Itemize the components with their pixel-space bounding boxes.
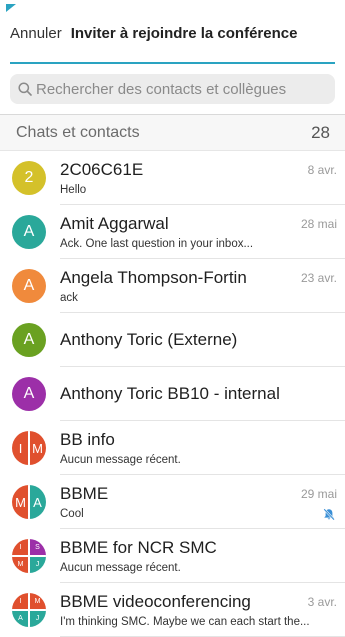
avatar: I M [12,431,46,465]
contact-row[interactable]: 2 2C06C61E Hello 8 avr. [0,151,345,205]
search-icon [18,82,32,96]
header: Annuler Inviter à rejoindre la conférenc… [0,0,345,66]
contact-row[interactable]: M A BBME Cool 29 mai [0,475,345,529]
search-input[interactable]: Rechercher des contacts et collègues [10,74,335,104]
contact-name: BBME videoconferencing [60,592,251,611]
message-date: 23 avr. [300,271,337,285]
contact-name: Anthony Toric BB10 - internal [60,384,280,403]
message-date: 28 mai [300,217,337,231]
contact-name: Angela Thompson-Fortin [60,268,247,287]
avatar: A [12,377,46,411]
contact-list: 2 2C06C61E Hello 8 avr. A Amit Aggarwal Ack. O… [0,150,345,637]
contact-row[interactable]: A Anthony Toric (Externe) [0,313,345,367]
last-message: Aucun message récent. [60,562,181,574]
avatar-initial: A [12,610,29,627]
avatar: A [12,215,46,249]
cancel-button[interactable]: Annuler [10,25,62,42]
header-underline [10,62,335,64]
message-date: 3 avr. [307,595,337,609]
avatar-initial: M [12,485,29,519]
section-title: Chats et contacts [16,123,140,141]
last-message: ack [60,292,78,304]
last-message: Ack. One last question in your inbox... [60,238,254,250]
contact-row[interactable]: I S M J BBME for NCR SMC Aucun message ré… [0,529,345,583]
message-date: 8 avr. [307,163,337,177]
last-message: Cool [60,508,84,520]
last-message: I'm thinking SMC. Maybe we can each star… [60,616,310,628]
avatar-initial: M [29,593,46,610]
avatar-initial: A [29,485,46,519]
contact-name: BBME for NCR SMC [60,538,217,557]
contact-row[interactable]: I M A J BBME videoconferencing I'm thinki… [0,583,345,637]
contact-row[interactable]: A Angela Thompson-Fortin ack 23 avr. [0,259,345,313]
last-message: Hello [60,184,87,196]
avatar: 2 [12,161,46,195]
contact-name: BB info [60,430,115,449]
avatar-initial: J [29,556,46,573]
search-placeholder: Rechercher des contacts et collègues [36,80,287,98]
avatar-initial: M [12,556,29,573]
avatar: I M A J [12,593,46,627]
avatar: A [12,269,46,303]
avatar: A [12,323,46,357]
avatar-initial: I [12,539,29,556]
contact-name: Anthony Toric (Externe) [60,330,238,349]
avatar-initial: S [29,539,46,556]
muted-bell-icon [323,508,335,521]
page-title: Inviter à rejoindre la conférence [70,24,298,42]
contact-name: Amit Aggarwal [60,214,169,233]
contact-row[interactable]: I M BB info Aucun message récent. [0,421,345,475]
contact-row[interactable]: A Anthony Toric BB10 - internal [0,367,345,421]
section-header: Chats et contacts 28 [0,115,345,150]
avatar-initial: I [12,431,29,465]
message-date: 29 mai [300,487,337,501]
contact-row[interactable]: A Amit Aggarwal Ack. One last question in … [0,205,345,259]
section-count: 28 [311,122,330,142]
avatar-initial: M [29,431,46,465]
contact-name: 2C06C61E [60,160,144,179]
contact-name: BBME [60,484,109,503]
avatar: I S M J [12,539,46,573]
avatar-initial: J [29,610,46,627]
last-message: Aucun message récent. [60,454,181,466]
avatar: M A [12,485,46,519]
avatar-initial: I [12,593,29,610]
